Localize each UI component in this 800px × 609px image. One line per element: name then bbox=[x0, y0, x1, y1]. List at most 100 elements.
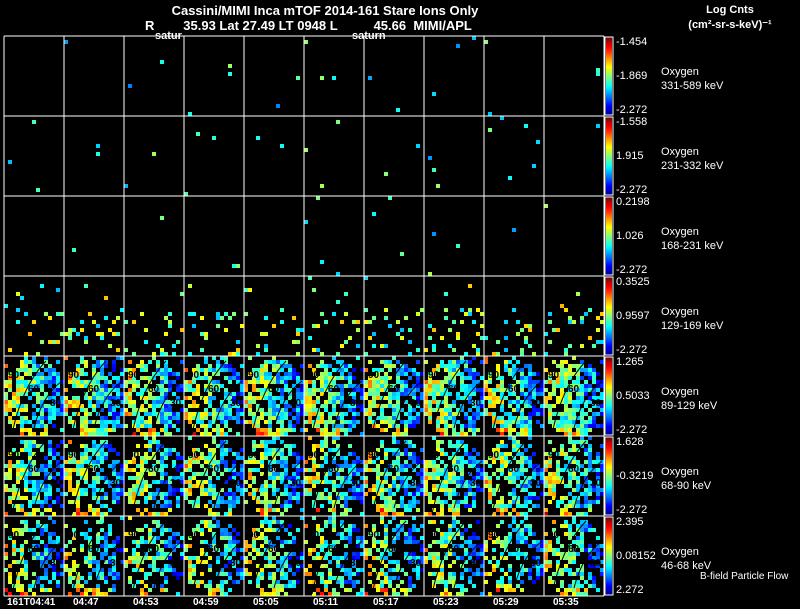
heatmap-cell bbox=[248, 356, 252, 360]
colorbar-segment bbox=[606, 359, 612, 360]
heatmap-cell bbox=[344, 552, 348, 556]
heatmap-cell bbox=[476, 348, 480, 352]
heatmap-cell bbox=[204, 584, 208, 588]
heatmap-cell bbox=[348, 444, 352, 448]
heatmap-cell bbox=[300, 388, 304, 392]
heatmap-cell bbox=[388, 420, 392, 424]
heatmap-cell bbox=[16, 420, 20, 424]
heatmap-cell bbox=[360, 432, 364, 436]
heatmap-cell bbox=[76, 468, 80, 472]
heatmap-cell bbox=[520, 432, 524, 436]
colorbar-segment bbox=[606, 55, 612, 56]
heatmap-cell bbox=[568, 344, 572, 348]
heatmap-cell bbox=[132, 476, 136, 480]
heatmap-cell bbox=[552, 392, 556, 396]
heatmap-cell bbox=[196, 428, 200, 432]
heatmap-cell bbox=[316, 556, 320, 560]
heatmap-cell bbox=[304, 480, 308, 484]
heatmap-cell bbox=[536, 392, 540, 396]
colorbar-segment bbox=[606, 373, 612, 374]
heatmap-cell bbox=[200, 348, 204, 352]
heatmap-cell bbox=[40, 380, 44, 384]
heatmap-cell bbox=[484, 484, 488, 488]
heatmap-cell bbox=[24, 408, 28, 412]
heatmap-cell bbox=[580, 376, 584, 380]
heatmap-cell bbox=[388, 364, 392, 368]
colorbar-segment bbox=[606, 453, 612, 454]
heatmap-cell bbox=[292, 452, 296, 456]
heatmap-cell bbox=[404, 448, 408, 452]
heatmap-cell bbox=[492, 396, 496, 400]
heatmap-cell bbox=[388, 416, 392, 420]
heatmap-cell bbox=[448, 416, 452, 420]
heatmap-cell bbox=[248, 392, 252, 396]
heatmap-cell bbox=[48, 464, 52, 468]
heatmap-cell bbox=[324, 364, 328, 368]
colorbar-segment bbox=[606, 60, 612, 61]
heatmap-cell bbox=[36, 352, 40, 356]
heatmap-cell bbox=[452, 368, 456, 372]
heatmap-cell bbox=[264, 564, 268, 568]
colorbar-segment bbox=[606, 84, 612, 85]
heatmap-cell bbox=[20, 528, 24, 532]
heatmap-cell bbox=[416, 388, 420, 392]
heatmap-cell bbox=[588, 456, 592, 460]
heatmap-cell bbox=[104, 456, 108, 460]
heatmap-cell bbox=[188, 284, 192, 288]
heatmap-cell bbox=[64, 556, 68, 560]
heatmap-cell bbox=[84, 444, 88, 448]
heatmap-cell bbox=[508, 476, 512, 480]
heatmap-cell bbox=[568, 424, 572, 428]
heatmap-cell bbox=[24, 496, 28, 500]
heatmap-cell bbox=[408, 492, 412, 496]
heatmap-cell bbox=[552, 480, 556, 484]
heatmap-cell bbox=[128, 580, 132, 584]
heatmap-cell bbox=[196, 480, 200, 484]
colorbar-segment bbox=[606, 204, 612, 205]
heatmap-cell bbox=[20, 532, 24, 536]
heatmap-cell bbox=[56, 552, 60, 556]
heatmap-cell bbox=[504, 360, 508, 364]
heatmap-cell bbox=[328, 500, 332, 504]
heatmap-cell bbox=[312, 484, 316, 488]
heatmap-cell bbox=[52, 572, 56, 576]
heatmap-cell bbox=[356, 320, 360, 324]
heatmap-cell bbox=[8, 400, 12, 404]
heatmap-cell bbox=[448, 344, 452, 348]
heatmap-cell bbox=[80, 548, 84, 552]
heatmap-cell bbox=[48, 420, 52, 424]
colorbar-segment bbox=[606, 410, 612, 411]
heatmap-cell bbox=[288, 364, 292, 368]
heatmap-cell bbox=[508, 436, 512, 440]
heatmap-cell bbox=[172, 416, 176, 420]
heatmap-cell bbox=[104, 424, 108, 428]
heatmap-cell bbox=[432, 392, 436, 396]
heatmap-cell bbox=[272, 520, 276, 524]
heatmap-cell bbox=[84, 532, 88, 536]
colorbar-segment bbox=[606, 288, 612, 289]
heatmap-cell bbox=[484, 384, 488, 388]
heatmap-cell bbox=[20, 440, 24, 444]
heatmap-cell bbox=[148, 432, 152, 436]
heatmap-cell bbox=[240, 468, 244, 472]
heatmap-cell bbox=[204, 332, 208, 336]
heatmap-cell bbox=[336, 592, 340, 596]
colorbar-segment bbox=[606, 442, 612, 443]
heatmap-cell bbox=[448, 488, 452, 492]
heatmap-cell bbox=[268, 528, 272, 532]
heatmap-cell bbox=[36, 480, 40, 484]
heatmap-cell bbox=[16, 292, 20, 296]
heatmap-cell bbox=[72, 488, 76, 492]
heatmap-cell bbox=[464, 368, 468, 372]
contour-label: 60 bbox=[388, 384, 400, 395]
colorbar-segment bbox=[606, 284, 612, 285]
heatmap-cell bbox=[280, 456, 284, 460]
heatmap-cell bbox=[164, 316, 168, 320]
heatmap-cell bbox=[24, 560, 28, 564]
heatmap-cell bbox=[332, 488, 336, 492]
heatmap-cell bbox=[224, 368, 228, 372]
heatmap-cell bbox=[584, 488, 588, 492]
heatmap-cell bbox=[36, 536, 40, 540]
heatmap-cell bbox=[556, 480, 560, 484]
heatmap-cell bbox=[420, 544, 424, 548]
